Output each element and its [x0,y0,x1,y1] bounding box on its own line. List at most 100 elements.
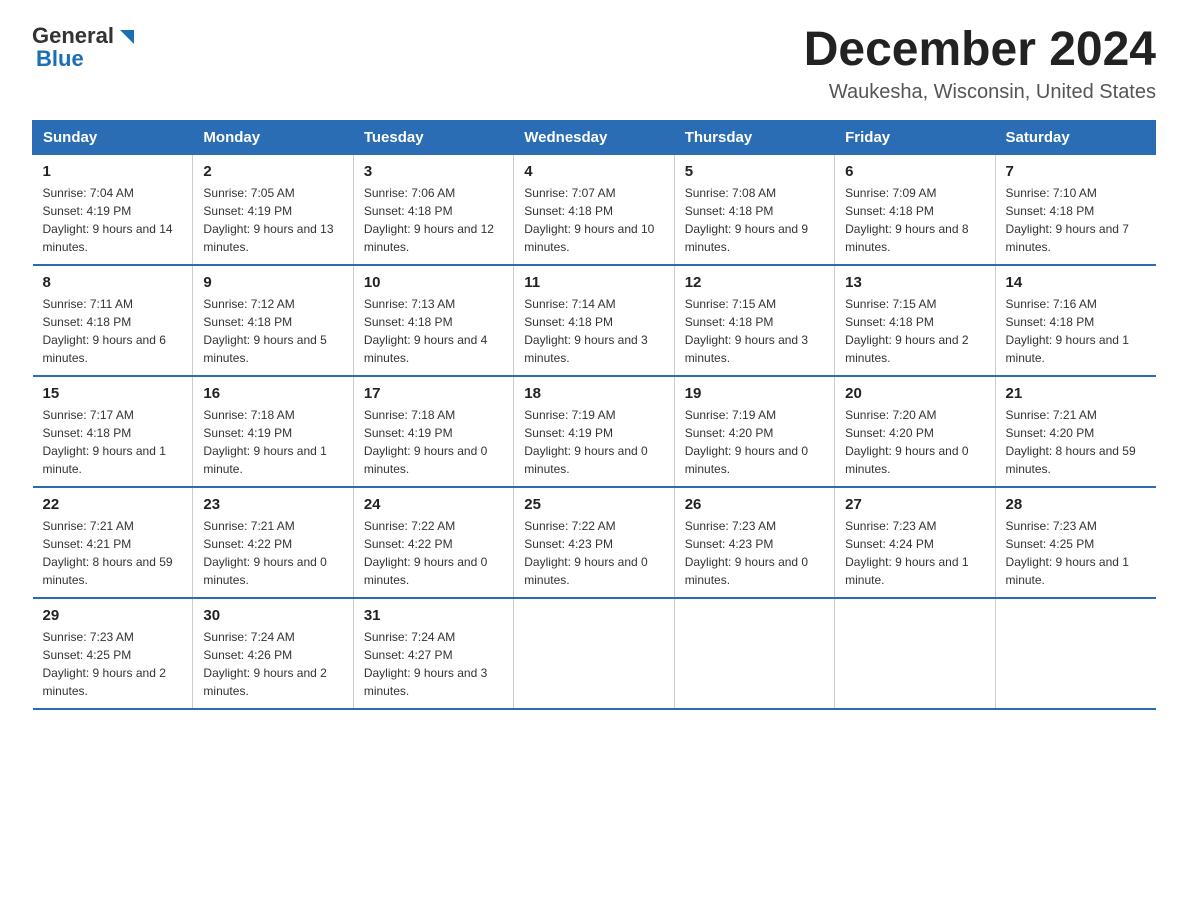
day-cell: 5 Sunrise: 7:08 AMSunset: 4:18 PMDayligh… [674,154,834,265]
day-info: Sunrise: 7:23 AMSunset: 4:25 PMDaylight:… [1006,517,1146,589]
day-info: Sunrise: 7:23 AMSunset: 4:25 PMDaylight:… [43,628,183,700]
day-cell: 1 Sunrise: 7:04 AMSunset: 4:19 PMDayligh… [33,154,193,265]
day-info: Sunrise: 7:08 AMSunset: 4:18 PMDaylight:… [685,184,824,256]
day-cell: 26 Sunrise: 7:23 AMSunset: 4:23 PMDaylig… [674,487,834,598]
day-info: Sunrise: 7:23 AMSunset: 4:23 PMDaylight:… [685,517,824,589]
calendar-table: SundayMondayTuesdayWednesdayThursdayFrid… [32,120,1156,710]
title-area: December 2024 Waukesha, Wisconsin, Unite… [804,24,1156,104]
day-info: Sunrise: 7:24 AMSunset: 4:27 PMDaylight:… [364,628,503,700]
day-cell: 22 Sunrise: 7:21 AMSunset: 4:21 PMDaylig… [33,487,193,598]
day-cell [835,598,995,709]
column-header-thursday: Thursday [674,120,834,154]
day-info: Sunrise: 7:19 AMSunset: 4:19 PMDaylight:… [524,406,663,478]
day-cell: 24 Sunrise: 7:22 AMSunset: 4:22 PMDaylig… [353,487,513,598]
day-number: 21 [1006,385,1146,402]
day-info: Sunrise: 7:23 AMSunset: 4:24 PMDaylight:… [845,517,984,589]
day-number: 26 [685,496,824,513]
day-info: Sunrise: 7:12 AMSunset: 4:18 PMDaylight:… [203,295,342,367]
day-info: Sunrise: 7:21 AMSunset: 4:21 PMDaylight:… [43,517,183,589]
day-info: Sunrise: 7:20 AMSunset: 4:20 PMDaylight:… [845,406,984,478]
day-number: 2 [203,163,342,180]
day-info: Sunrise: 7:11 AMSunset: 4:18 PMDaylight:… [43,295,183,367]
day-cell: 21 Sunrise: 7:21 AMSunset: 4:20 PMDaylig… [995,376,1155,487]
day-number: 5 [685,163,824,180]
column-header-sunday: Sunday [33,120,193,154]
day-cell: 28 Sunrise: 7:23 AMSunset: 4:25 PMDaylig… [995,487,1155,598]
day-number: 31 [364,607,503,624]
day-cell [514,598,674,709]
location-text: Waukesha, Wisconsin, United States [804,81,1156,104]
column-header-friday: Friday [835,120,995,154]
day-number: 27 [845,496,984,513]
day-cell: 15 Sunrise: 7:17 AMSunset: 4:18 PMDaylig… [33,376,193,487]
header-row: SundayMondayTuesdayWednesdayThursdayFrid… [33,120,1156,154]
day-number: 6 [845,163,984,180]
day-info: Sunrise: 7:21 AMSunset: 4:22 PMDaylight:… [203,517,342,589]
day-number: 20 [845,385,984,402]
day-cell: 13 Sunrise: 7:15 AMSunset: 4:18 PMDaylig… [835,265,995,376]
day-info: Sunrise: 7:15 AMSunset: 4:18 PMDaylight:… [845,295,984,367]
day-info: Sunrise: 7:06 AMSunset: 4:18 PMDaylight:… [364,184,503,256]
day-cell: 19 Sunrise: 7:19 AMSunset: 4:20 PMDaylig… [674,376,834,487]
week-row-3: 15 Sunrise: 7:17 AMSunset: 4:18 PMDaylig… [33,376,1156,487]
day-info: Sunrise: 7:16 AMSunset: 4:18 PMDaylight:… [1006,295,1146,367]
day-number: 19 [685,385,824,402]
day-info: Sunrise: 7:22 AMSunset: 4:22 PMDaylight:… [364,517,503,589]
day-info: Sunrise: 7:22 AMSunset: 4:23 PMDaylight:… [524,517,663,589]
day-info: Sunrise: 7:17 AMSunset: 4:18 PMDaylight:… [43,406,183,478]
day-info: Sunrise: 7:07 AMSunset: 4:18 PMDaylight:… [524,184,663,256]
day-cell: 10 Sunrise: 7:13 AMSunset: 4:18 PMDaylig… [353,265,513,376]
day-number: 14 [1006,274,1146,291]
day-cell [674,598,834,709]
day-cell: 29 Sunrise: 7:23 AMSunset: 4:25 PMDaylig… [33,598,193,709]
logo: General Blue [32,24,138,70]
month-title: December 2024 [804,24,1156,77]
day-number: 16 [203,385,342,402]
week-row-4: 22 Sunrise: 7:21 AMSunset: 4:21 PMDaylig… [33,487,1156,598]
day-cell: 30 Sunrise: 7:24 AMSunset: 4:26 PMDaylig… [193,598,353,709]
day-number: 11 [524,274,663,291]
day-info: Sunrise: 7:18 AMSunset: 4:19 PMDaylight:… [364,406,503,478]
day-info: Sunrise: 7:13 AMSunset: 4:18 PMDaylight:… [364,295,503,367]
day-number: 29 [43,607,183,624]
day-cell: 23 Sunrise: 7:21 AMSunset: 4:22 PMDaylig… [193,487,353,598]
day-info: Sunrise: 7:10 AMSunset: 4:18 PMDaylight:… [1006,184,1146,256]
day-number: 22 [43,496,183,513]
column-header-tuesday: Tuesday [353,120,513,154]
day-info: Sunrise: 7:05 AMSunset: 4:19 PMDaylight:… [203,184,342,256]
day-cell: 6 Sunrise: 7:09 AMSunset: 4:18 PMDayligh… [835,154,995,265]
day-cell: 9 Sunrise: 7:12 AMSunset: 4:18 PMDayligh… [193,265,353,376]
day-number: 28 [1006,496,1146,513]
day-info: Sunrise: 7:19 AMSunset: 4:20 PMDaylight:… [685,406,824,478]
day-cell: 17 Sunrise: 7:18 AMSunset: 4:19 PMDaylig… [353,376,513,487]
day-number: 1 [43,163,183,180]
day-number: 7 [1006,163,1146,180]
day-number: 12 [685,274,824,291]
day-info: Sunrise: 7:21 AMSunset: 4:20 PMDaylight:… [1006,406,1146,478]
day-number: 3 [364,163,503,180]
week-row-1: 1 Sunrise: 7:04 AMSunset: 4:19 PMDayligh… [33,154,1156,265]
calendar-body: 1 Sunrise: 7:04 AMSunset: 4:19 PMDayligh… [33,154,1156,709]
day-info: Sunrise: 7:15 AMSunset: 4:18 PMDaylight:… [685,295,824,367]
day-cell: 12 Sunrise: 7:15 AMSunset: 4:18 PMDaylig… [674,265,834,376]
day-cell: 18 Sunrise: 7:19 AMSunset: 4:19 PMDaylig… [514,376,674,487]
day-info: Sunrise: 7:04 AMSunset: 4:19 PMDaylight:… [43,184,183,256]
day-cell: 7 Sunrise: 7:10 AMSunset: 4:18 PMDayligh… [995,154,1155,265]
day-cell [995,598,1155,709]
day-cell: 25 Sunrise: 7:22 AMSunset: 4:23 PMDaylig… [514,487,674,598]
logo-blue-text: Blue [36,48,84,70]
day-info: Sunrise: 7:24 AMSunset: 4:26 PMDaylight:… [203,628,342,700]
week-row-5: 29 Sunrise: 7:23 AMSunset: 4:25 PMDaylig… [33,598,1156,709]
day-number: 30 [203,607,342,624]
day-number: 4 [524,163,663,180]
day-cell: 4 Sunrise: 7:07 AMSunset: 4:18 PMDayligh… [514,154,674,265]
day-cell: 8 Sunrise: 7:11 AMSunset: 4:18 PMDayligh… [33,265,193,376]
column-header-wednesday: Wednesday [514,120,674,154]
day-cell: 2 Sunrise: 7:05 AMSunset: 4:19 PMDayligh… [193,154,353,265]
day-cell: 3 Sunrise: 7:06 AMSunset: 4:18 PMDayligh… [353,154,513,265]
day-number: 23 [203,496,342,513]
day-info: Sunrise: 7:18 AMSunset: 4:19 PMDaylight:… [203,406,342,478]
calendar-header: SundayMondayTuesdayWednesdayThursdayFrid… [33,120,1156,154]
day-info: Sunrise: 7:14 AMSunset: 4:18 PMDaylight:… [524,295,663,367]
day-number: 10 [364,274,503,291]
